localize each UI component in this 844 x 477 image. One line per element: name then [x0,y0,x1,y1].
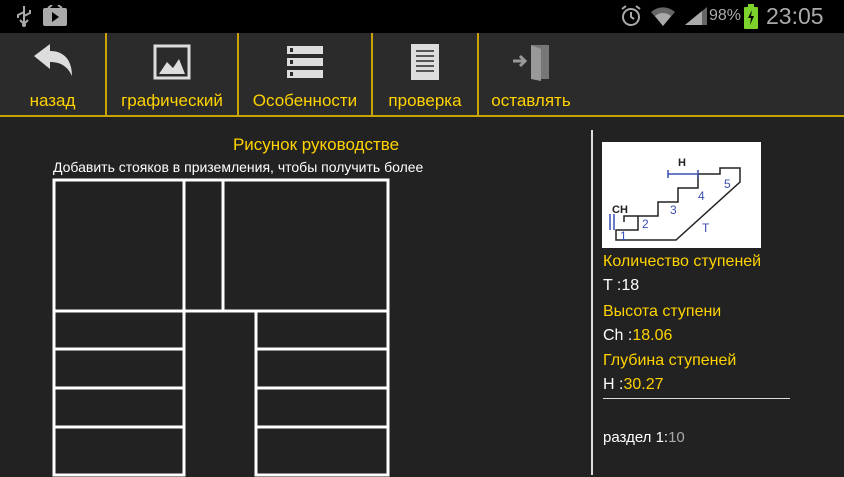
step-number-4: 4 [698,189,705,203]
battery-icon [744,4,758,34]
status-bar: 98% 23:05 [0,0,844,33]
step-right-1 [254,309,390,351]
landing-center [182,178,225,313]
steps-label: T [702,221,710,235]
step-number-3: 3 [670,203,677,217]
step-left-2 [52,347,186,390]
steps-count-label: Количество ступеней [603,253,762,270]
graphic-label: графический [121,91,223,110]
step-height-prefix: Ch : [603,327,633,344]
document-icon [410,37,440,87]
signal-icon [684,6,708,31]
leave-label: оставлять [491,91,571,110]
step-right-3 [254,386,390,429]
steps-count-value: 18 [621,277,640,294]
landing-left [52,178,186,313]
step-right-4 [254,425,390,477]
drawing-hint: Добавить стояков в приземления, чтобы по… [53,159,424,175]
list-icon [287,37,323,87]
landing-right [221,178,390,313]
section-label: раздел 1: [603,429,669,446]
step-left-1 [52,309,186,351]
play-store-icon [42,4,68,32]
leave-button[interactable]: оставлять [479,33,583,115]
step-depth-label: Глубина ступеней [603,352,737,369]
clock: 23:05 [766,3,824,29]
usb-icon [14,4,34,33]
staircase-plan[interactable] [50,177,400,477]
graphic-button[interactable]: графический [107,33,237,115]
step-depth-row[interactable]: H :30.27 [603,376,664,394]
step-height-label: Высота ступени [603,303,722,320]
picture-icon [153,37,191,87]
check-button[interactable]: проверка [373,33,477,115]
stair-diagram: 1 2 3 4 5 H CH T [602,142,761,248]
steps-count-row[interactable]: T :18 [603,277,639,295]
step-height-row[interactable]: Ch :18.06 [603,327,672,345]
step-left-3 [52,386,186,429]
features-label: Особенности [252,91,358,110]
step-number-5: 5 [724,177,731,191]
features-button[interactable]: Особенности [239,33,371,115]
main-content: Рисунок руководстве Добавить стояков в п… [0,117,844,477]
step-depth-value: 30.27 [623,376,664,393]
back-arrow-icon [32,37,74,87]
back-label: назад [29,91,76,110]
toolbar: назад графический Особенности проверка о… [0,33,844,117]
exit-door-icon [511,37,551,87]
battery-percent: 98% [709,7,742,24]
step-number-2: 2 [642,217,649,231]
wifi-icon [650,5,676,32]
check-label: проверка [388,91,462,110]
section-row[interactable]: раздел 1:10 [603,429,685,446]
alarm-icon [619,4,643,33]
steps-count-prefix: T : [603,277,622,294]
panel-divider [591,130,593,475]
drawing-title: Рисунок руководстве [232,135,400,154]
step-depth-prefix: H : [603,376,624,393]
depth-label: H [678,157,686,169]
step-height-value: 18.06 [632,327,673,344]
step-left-4 [52,425,186,477]
step-right-2 [254,347,390,390]
back-button[interactable]: назад [0,33,105,115]
height-label: CH [612,204,628,216]
step-number-1: 1 [620,229,627,243]
info-divider [603,398,790,399]
section-value: 10 [668,429,685,446]
